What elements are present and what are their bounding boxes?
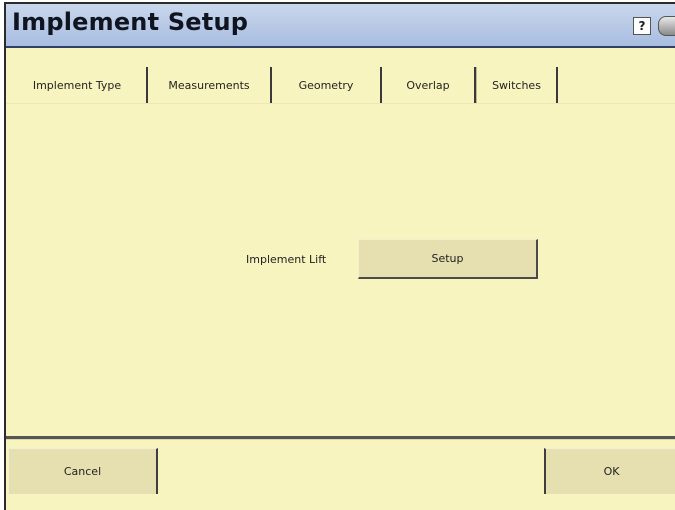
help-icon[interactable]: ?	[633, 17, 651, 35]
tab-measurements[interactable]: Measurements	[148, 67, 272, 103]
window-title: Implement Setup	[12, 8, 249, 36]
implement-setup-window: Implement Setup ? Implement Type Measure…	[4, 2, 675, 510]
implement-lift-label: Implement Lift	[246, 253, 327, 266]
tab-switches[interactable]: Switches	[476, 67, 558, 103]
title-bar: Implement Setup ?	[6, 4, 675, 48]
camera-icon[interactable]	[658, 16, 675, 36]
ok-button[interactable]: OK	[544, 448, 675, 494]
tab-bar: Implement Type Measurements Geometry Ove…	[6, 48, 675, 104]
setup-button[interactable]: Setup	[358, 239, 538, 279]
tab-overlap[interactable]: Overlap	[382, 67, 476, 103]
cancel-button[interactable]: Cancel	[8, 448, 158, 494]
tab-implement-type[interactable]: Implement Type	[8, 67, 148, 103]
tab-geometry[interactable]: Geometry	[272, 67, 382, 103]
switches-panel: Implement Lift Setup	[6, 104, 675, 436]
footer-divider	[6, 436, 675, 440]
